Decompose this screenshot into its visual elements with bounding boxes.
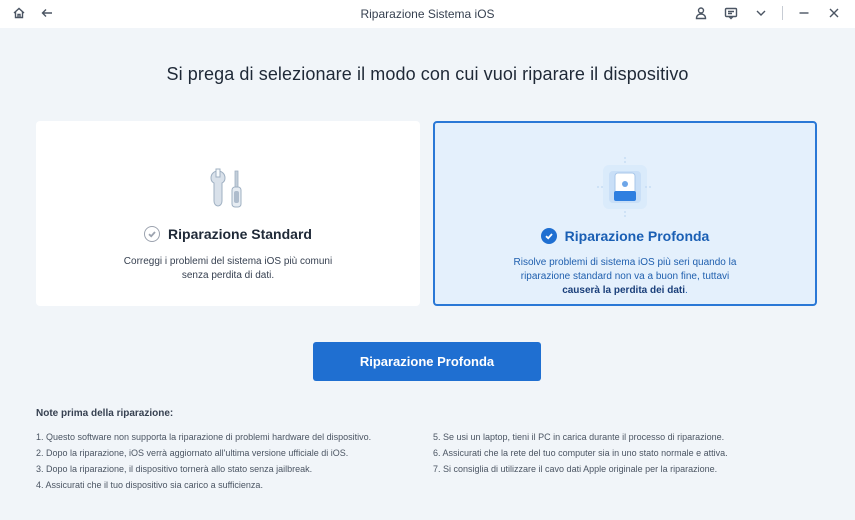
- notes-left-column: 1. Questo software non supporta la ripar…: [36, 431, 396, 495]
- deep-desc-line1: Risolve problemi di sistema iOS più seri…: [513, 257, 737, 268]
- title-bar-divider: [782, 6, 783, 20]
- standard-desc-line1: Correggi i problemi del sistema iOS più …: [123, 256, 333, 267]
- deep-description: Risolve problemi di sistema iOS più seri…: [475, 256, 775, 298]
- data-loss-warning: causerà la perdita dei dati: [562, 285, 686, 296]
- tools-icon: [188, 145, 268, 225]
- note-item: 6. Assicurati che la rete del tuo comput…: [433, 448, 728, 458]
- note-item: 3. Dopo la riparazione, il dispositivo t…: [36, 464, 313, 474]
- deep-repair-button[interactable]: Riparazione Profonda: [313, 342, 541, 381]
- deep-desc-line2: riparazione standard non va a buon fine,…: [520, 271, 730, 282]
- standard-repair-card[interactable]: Riparazione Standard Correggi i problemi…: [36, 121, 420, 306]
- chevron-down-icon[interactable]: [752, 4, 770, 22]
- standard-title-row: Riparazione Standard: [36, 226, 420, 242]
- deep-title: Riparazione Profonda: [564, 228, 710, 244]
- notes-right-column: 5. Se usi un laptop, tieni il PC in cari…: [433, 431, 833, 479]
- deep-repair-card[interactable]: Riparazione Profonda Risolve problemi di…: [433, 121, 817, 306]
- minimize-icon[interactable]: [795, 4, 813, 22]
- note-item: 7. Si consiglia di utilizzare il cavo da…: [433, 464, 718, 474]
- deep-desc-end: .: [685, 285, 688, 296]
- note-item: 4. Assicurati che il tuo dispositivo sia…: [36, 480, 263, 490]
- standard-desc-line2: senza perdita di dati.: [181, 270, 275, 281]
- notes-title: Note prima della riparazione:: [36, 408, 174, 419]
- page-heading: Si prega di selezionare il modo con cui …: [166, 64, 689, 84]
- check-icon: [540, 228, 557, 244]
- feedback-icon[interactable]: [722, 4, 740, 22]
- deep-title-row: Riparazione Profonda: [435, 228, 815, 244]
- deep-desc-line3: causerà la perdita dei dati.: [475, 284, 775, 298]
- title-bar: Riparazione Sistema iOS: [0, 0, 855, 28]
- close-icon[interactable]: [825, 4, 843, 22]
- note-item: 5. Se usi un laptop, tieni il PC in cari…: [433, 432, 725, 442]
- standard-description: Correggi i problemi del sistema iOS più …: [76, 255, 380, 283]
- user-icon[interactable]: [692, 4, 710, 22]
- note-item: 1. Questo software non supporta la ripar…: [36, 432, 372, 442]
- title-bar-right: [692, 4, 843, 22]
- note-item: 2. Dopo la riparazione, iOS verrà aggior…: [36, 448, 349, 458]
- check-icon: [144, 226, 161, 242]
- standard-title: Riparazione Standard: [168, 226, 312, 242]
- device-repair-icon: [585, 147, 665, 227]
